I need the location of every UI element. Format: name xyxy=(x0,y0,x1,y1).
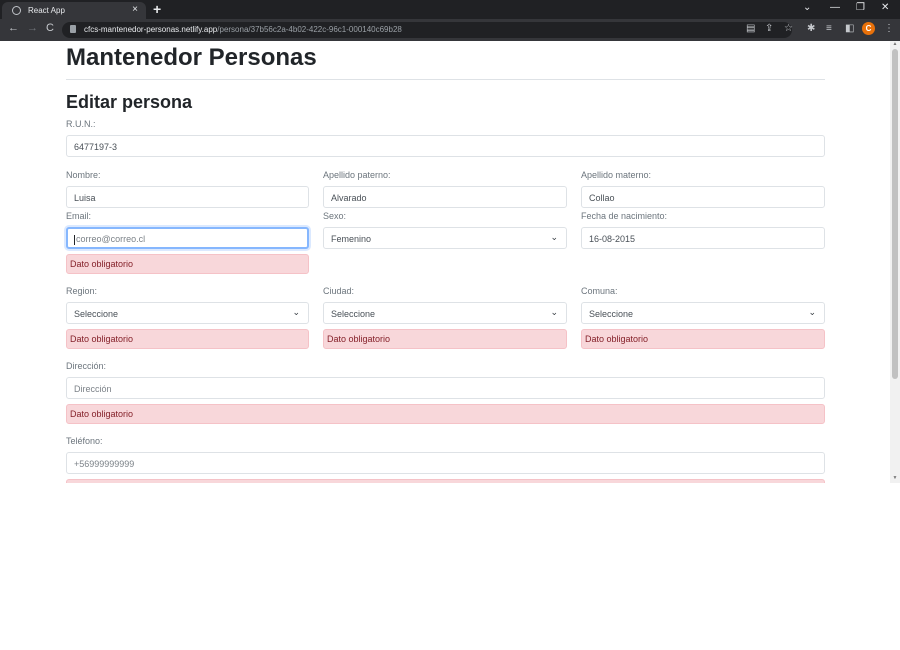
bookmark-star-icon[interactable]: ☆ xyxy=(784,23,793,34)
apellido-paterno-input[interactable]: Alvarado xyxy=(323,186,567,208)
tab-search-icon[interactable]: ⌄ xyxy=(803,2,811,13)
fecha-nacimiento-label: Fecha de nacimiento: xyxy=(581,211,668,221)
translate-icon[interactable]: ▤ xyxy=(746,23,755,34)
vertical-scrollbar[interactable]: ▲ ▼ xyxy=(890,41,900,483)
apellido-materno-label: Apellido materno: xyxy=(581,170,652,180)
form-title: Editar persona xyxy=(66,92,193,112)
email-label: Email: xyxy=(66,211,92,221)
address-bar[interactable]: cfcs-mantenedor-personas.netlify.app/per… xyxy=(62,22,792,38)
telefono-input[interactable]: +56999999999 xyxy=(66,452,825,474)
lock-icon xyxy=(70,25,76,33)
close-tab-icon[interactable]: × xyxy=(132,4,138,15)
text-caret xyxy=(74,234,75,245)
nombre-input[interactable]: Luisa xyxy=(66,186,309,208)
telefono-error xyxy=(66,479,825,483)
menu-icon[interactable]: ⋮ xyxy=(884,23,894,34)
sexo-select[interactable]: Femenino ⌄ xyxy=(323,227,567,249)
fecha-nacimiento-input[interactable]: 16-08-2015 xyxy=(581,227,825,249)
chevron-down-icon: ⌄ xyxy=(292,307,300,317)
email-error: Dato obligatorio xyxy=(66,254,309,274)
email-input[interactable]: correo@correo.cl xyxy=(66,227,309,249)
share-icon[interactable]: ⇪ xyxy=(765,23,773,34)
scroll-down-icon[interactable]: ▼ xyxy=(892,476,898,481)
side-panel-icon[interactable]: ◧ xyxy=(845,23,854,34)
minimize-icon[interactable]: — xyxy=(830,2,840,13)
run-input[interactable]: 6477197-3 xyxy=(66,135,825,157)
scroll-thumb[interactable] xyxy=(892,49,898,379)
telefono-label: Teléfono: xyxy=(66,436,103,446)
sexo-label: Sexo: xyxy=(323,211,347,221)
ciudad-error: Dato obligatorio xyxy=(323,329,567,349)
page-title: Mantenedor Personas xyxy=(66,44,317,71)
region-label: Region: xyxy=(66,286,98,296)
close-window-icon[interactable]: ✕ xyxy=(881,2,889,13)
scroll-up-icon[interactable]: ▲ xyxy=(892,42,898,47)
chevron-down-icon: ⌄ xyxy=(808,307,816,317)
page-viewport: Mantenedor Personas Editar persona R.U.N… xyxy=(0,41,890,483)
url-text: cfcs-mantenedor-personas.netlify.app/per… xyxy=(84,25,402,34)
tab-title: React App xyxy=(28,6,65,15)
ciudad-value: Seleccione xyxy=(331,309,376,319)
region-select[interactable]: Seleccione ⌄ xyxy=(66,302,309,324)
apellido-paterno-label: Apellido paterno: xyxy=(323,170,391,180)
nombre-label: Nombre: xyxy=(66,170,101,180)
ciudad-select[interactable]: Seleccione ⌄ xyxy=(323,302,567,324)
globe-icon xyxy=(12,6,21,15)
email-placeholder: correo@correo.cl xyxy=(76,234,146,244)
ciudad-label: Ciudad: xyxy=(323,286,355,296)
direccion-error: Dato obligatorio xyxy=(66,404,825,424)
reload-icon[interactable]: C xyxy=(46,22,54,34)
profile-avatar[interactable]: C xyxy=(862,22,875,35)
browser-toolbar: ← → C cfcs-mantenedor-personas.netlify.a… xyxy=(0,19,900,41)
extensions-icon[interactable]: ✱ xyxy=(807,23,815,34)
sexo-value: Femenino xyxy=(331,234,372,244)
chevron-down-icon: ⌄ xyxy=(550,232,558,242)
comuna-error: Dato obligatorio xyxy=(581,329,825,349)
run-label: R.U.N.: xyxy=(66,119,96,129)
new-tab-button[interactable]: + xyxy=(153,1,161,17)
comuna-select[interactable]: Seleccione ⌄ xyxy=(581,302,825,324)
region-error: Dato obligatorio xyxy=(66,329,309,349)
restore-icon[interactable]: ❐ xyxy=(856,2,865,13)
forward-icon[interactable]: → xyxy=(27,22,38,34)
chevron-down-icon: ⌄ xyxy=(550,307,558,317)
direccion-label: Dirección: xyxy=(66,361,107,371)
comuna-label: Comuna: xyxy=(581,286,618,296)
apellido-materno-input[interactable]: Collao xyxy=(581,186,825,208)
divider xyxy=(66,79,825,80)
browser-tab-strip: React App × + ⌄ — ❐ ✕ xyxy=(0,0,900,19)
browser-tab[interactable]: React App × xyxy=(2,2,146,19)
reading-list-icon[interactable]: ≡ xyxy=(826,23,832,34)
comuna-value: Seleccione xyxy=(589,309,634,319)
direccion-input[interactable]: Dirección xyxy=(66,377,825,399)
region-value: Seleccione xyxy=(74,309,119,319)
back-icon[interactable]: ← xyxy=(8,22,19,34)
